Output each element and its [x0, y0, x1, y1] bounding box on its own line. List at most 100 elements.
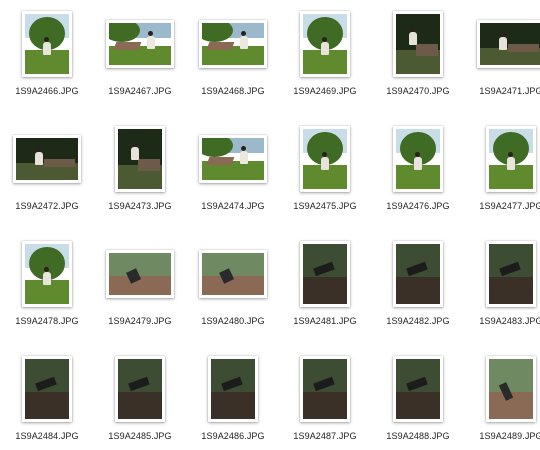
file-item[interactable]: 1S9A2484.JPG	[2, 351, 92, 450]
photo-preview	[118, 359, 162, 419]
file-name-label[interactable]: 1S9A2483.JPG	[460, 316, 540, 326]
thumbnail-container	[373, 236, 463, 312]
file-thumbnail[interactable]	[393, 356, 443, 422]
file-item[interactable]: 1S9A2485.JPG	[95, 351, 185, 450]
file-name-label[interactable]: 1S9A2475.JPG	[274, 201, 376, 211]
file-item[interactable]: 1S9A2475.JPG	[280, 121, 370, 231]
file-item[interactable]: 1S9A2470.JPG	[373, 6, 463, 116]
photo-preview	[489, 244, 533, 304]
file-thumbnail[interactable]	[477, 20, 540, 68]
file-item[interactable]: 1S9A2471.JPG	[466, 6, 540, 116]
file-item[interactable]: 1S9A2477.JPG	[466, 121, 540, 231]
file-item[interactable]: 1S9A2478.JPG	[2, 236, 92, 346]
file-name-label[interactable]: 1S9A2466.JPG	[0, 86, 98, 96]
file-item[interactable]: 1S9A2466.JPG	[2, 6, 92, 116]
thumbnail-container	[280, 351, 370, 427]
file-name-label[interactable]: 1S9A2477.JPG	[460, 201, 540, 211]
file-thumbnail[interactable]	[115, 356, 165, 422]
file-thumbnail[interactable]	[208, 356, 258, 422]
file-thumbnail[interactable]	[106, 20, 174, 68]
thumbnail-container	[373, 351, 463, 427]
thumbnail-container	[2, 351, 92, 427]
file-name-label[interactable]: 1S9A2484.JPG	[0, 431, 98, 441]
file-item[interactable]: 1S9A2474.JPG	[188, 121, 278, 231]
file-item[interactable]: 1S9A2467.JPG	[95, 6, 185, 116]
file-name-label[interactable]: 1S9A2482.JPG	[367, 316, 469, 326]
file-item[interactable]: 1S9A2481.JPG	[280, 236, 370, 346]
file-thumbnail[interactable]	[199, 135, 267, 183]
file-item[interactable]: 1S9A2480.JPG	[188, 236, 278, 346]
file-name-label[interactable]: 1S9A2468.JPG	[182, 86, 284, 96]
file-item[interactable]: 1S9A2487.JPG	[280, 351, 370, 450]
photo-preview	[303, 359, 347, 419]
file-thumbnail[interactable]	[13, 135, 81, 183]
file-item[interactable]: 1S9A2468.JPG	[188, 6, 278, 116]
file-name-label[interactable]: 1S9A2469.JPG	[274, 86, 376, 96]
file-thumbnail[interactable]	[486, 356, 536, 422]
photo-preview	[303, 244, 347, 304]
file-name-label[interactable]: 1S9A2488.JPG	[367, 431, 469, 441]
photo-preview	[25, 244, 69, 304]
file-thumbnail[interactable]	[22, 11, 72, 77]
file-name-label[interactable]: 1S9A2489.JPG	[460, 431, 540, 441]
photo-preview	[303, 14, 347, 74]
thumbnail-container	[2, 121, 92, 197]
file-thumbnail[interactable]	[486, 126, 536, 192]
file-name-label[interactable]: 1S9A2472.JPG	[0, 201, 98, 211]
file-name-label[interactable]: 1S9A2473.JPG	[89, 201, 191, 211]
file-item[interactable]: 1S9A2472.JPG	[2, 121, 92, 231]
file-name-label[interactable]: 1S9A2470.JPG	[367, 86, 469, 96]
thumbnail-container	[95, 6, 185, 82]
photo-preview	[109, 253, 171, 295]
file-thumbnail[interactable]	[486, 241, 536, 307]
thumbnail-container	[95, 236, 185, 312]
file-item[interactable]: 1S9A2476.JPG	[373, 121, 463, 231]
file-thumbnail[interactable]	[300, 241, 350, 307]
file-item[interactable]: 1S9A2488.JPG	[373, 351, 463, 450]
file-thumbnail[interactable]	[300, 11, 350, 77]
thumbnail-container	[95, 121, 185, 197]
file-item[interactable]: 1S9A2473.JPG	[95, 121, 185, 231]
file-name-label[interactable]: 1S9A2485.JPG	[89, 431, 191, 441]
file-thumbnail[interactable]	[393, 241, 443, 307]
file-name-label[interactable]: 1S9A2486.JPG	[182, 431, 284, 441]
file-name-label[interactable]: 1S9A2480.JPG	[182, 316, 284, 326]
thumbnail-container	[373, 6, 463, 82]
file-thumbnail[interactable]	[199, 20, 267, 68]
thumbnail-container	[188, 6, 278, 82]
file-name-label[interactable]: 1S9A2478.JPG	[0, 316, 98, 326]
file-item[interactable]: 1S9A2479.JPG	[95, 236, 185, 346]
file-thumbnail[interactable]	[300, 126, 350, 192]
photo-preview	[396, 129, 440, 189]
file-item[interactable]: 1S9A2489.JPG	[466, 351, 540, 450]
photo-preview	[489, 359, 533, 419]
photo-preview	[303, 129, 347, 189]
file-thumbnail[interactable]	[106, 250, 174, 298]
file-thumbnail[interactable]	[393, 126, 443, 192]
file-thumbnail[interactable]	[115, 126, 165, 192]
file-thumbnail[interactable]	[22, 356, 72, 422]
file-item[interactable]: 1S9A2483.JPG	[466, 236, 540, 346]
file-name-label[interactable]: 1S9A2479.JPG	[89, 316, 191, 326]
file-thumbnail[interactable]	[300, 356, 350, 422]
thumbnail-container	[2, 236, 92, 312]
file-thumbnail[interactable]	[22, 241, 72, 307]
file-thumbnail[interactable]	[199, 250, 267, 298]
file-name-label[interactable]: 1S9A2474.JPG	[182, 201, 284, 211]
file-item[interactable]: 1S9A2482.JPG	[373, 236, 463, 346]
photo-preview	[202, 138, 264, 180]
file-item[interactable]: 1S9A2486.JPG	[188, 351, 278, 450]
file-thumbnail[interactable]	[393, 11, 443, 77]
file-item[interactable]: 1S9A2469.JPG	[280, 6, 370, 116]
file-name-label[interactable]: 1S9A2476.JPG	[367, 201, 469, 211]
file-name-label[interactable]: 1S9A2467.JPG	[89, 86, 191, 96]
thumbnail-container	[188, 351, 278, 427]
file-name-label[interactable]: 1S9A2481.JPG	[274, 316, 376, 326]
thumbnail-container	[466, 236, 540, 312]
photo-preview	[396, 244, 440, 304]
file-name-label[interactable]: 1S9A2487.JPG	[274, 431, 376, 441]
thumbnail-container	[188, 121, 278, 197]
photo-preview	[396, 14, 440, 74]
file-name-label[interactable]: 1S9A2471.JPG	[460, 86, 540, 96]
thumbnail-container	[280, 236, 370, 312]
